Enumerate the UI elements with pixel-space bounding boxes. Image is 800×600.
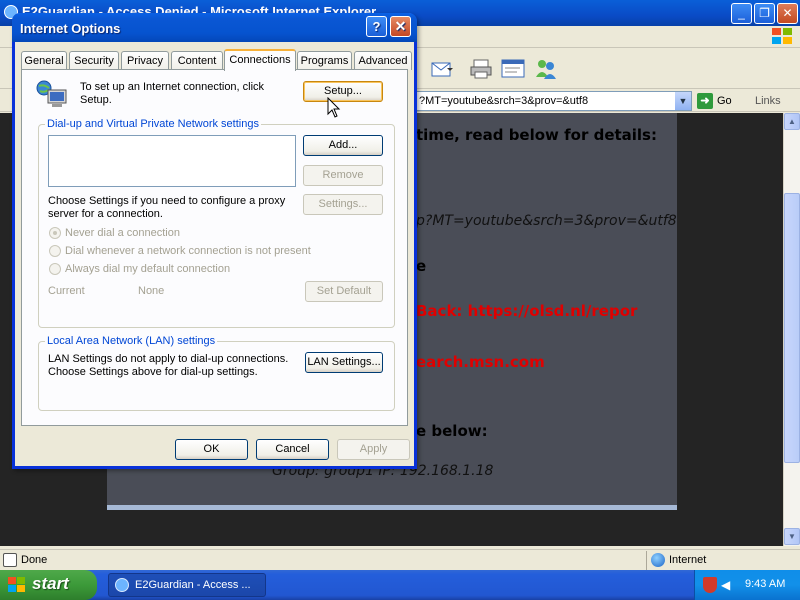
mouse-cursor-icon: [327, 97, 341, 118]
tab-advanced[interactable]: Advanced: [354, 51, 412, 70]
status-bar: Done Internet: [0, 549, 800, 570]
tab-programs[interactable]: Programs: [297, 51, 352, 70]
radio-dial-whenever[interactable]: [49, 245, 61, 257]
scroll-thumb[interactable]: [784, 193, 800, 463]
page-heading-text: time, read below for details:: [416, 126, 657, 144]
tab-security[interactable]: Security: [69, 51, 119, 70]
page-url-text: p?MT=youtube&srch=3&prov=&utf8: [416, 213, 677, 229]
scroll-down-icon[interactable]: ▼: [784, 528, 800, 545]
maximize-icon[interactable]: ❐: [754, 3, 775, 24]
internet-options-dialog: Internet Options ? ✕ General Security Pr…: [12, 13, 417, 469]
vertical-scrollbar[interactable]: ▲ ▼: [783, 113, 800, 546]
tab-general[interactable]: General: [21, 51, 67, 70]
taskbar: start E2Guardian - Access ... ◀ 9:43 AM: [0, 570, 800, 600]
chevron-down-icon[interactable]: ▼: [675, 92, 691, 110]
globe-icon: [651, 553, 665, 567]
help-icon[interactable]: ?: [366, 16, 387, 37]
page-panel-bottom: [107, 505, 677, 510]
current-value: None: [138, 285, 165, 297]
tab-content[interactable]: Content: [171, 51, 223, 70]
cancel-button[interactable]: Cancel: [256, 439, 329, 460]
close-icon[interactable]: ✕: [777, 3, 798, 24]
proxy-text-line2: server for a connection.: [48, 208, 163, 220]
radio-dial-whenever-label: Dial whenever a network connection is no…: [65, 245, 311, 257]
dialog-title-bar: Internet Options ? ✕: [12, 13, 417, 42]
security-shield-icon[interactable]: [703, 577, 717, 593]
links-label[interactable]: Links: [755, 95, 781, 107]
tab-privacy[interactable]: Privacy: [121, 51, 169, 70]
scroll-up-icon[interactable]: ▲: [784, 113, 800, 130]
print-icon[interactable]: [468, 57, 494, 81]
security-zone: Internet: [646, 551, 800, 570]
setup-text-line1: To set up an Internet connection, click: [80, 81, 265, 93]
setup-button[interactable]: Setup...: [303, 81, 383, 102]
address-input[interactable]: ?MT=youtube&srch=3&prov=&utf8 ▼: [410, 91, 692, 111]
clock[interactable]: 9:43 AM: [745, 578, 785, 590]
taskbar-item-label: E2Guardian - Access ...: [135, 579, 251, 591]
radio-never-dial-label: Never dial a connection: [65, 227, 180, 239]
current-label: Current: [48, 285, 85, 297]
remove-button[interactable]: Remove: [303, 165, 383, 186]
page-back-link[interactable]: Back: https://olsd.nl/repor: [416, 302, 637, 320]
lan-group-title: Local Area Network (LAN) settings: [45, 335, 218, 347]
zone-label: Internet: [669, 554, 707, 566]
lan-text-line1: LAN Settings do not apply to dial-up con…: [48, 353, 289, 365]
start-label: start: [32, 574, 69, 593]
settings-button[interactable]: Settings...: [303, 194, 383, 215]
go-button[interactable]: ➜ Go: [697, 92, 732, 110]
status-text: Done: [21, 554, 48, 566]
ie-logo-icon: [115, 578, 129, 592]
radio-never-dial[interactable]: [49, 227, 61, 239]
radio-always-dial[interactable]: [49, 263, 61, 275]
ok-button[interactable]: OK: [175, 439, 248, 460]
address-text: ?MT=youtube&srch=3&prov=&utf8: [419, 95, 589, 107]
add-button[interactable]: Add...: [303, 135, 383, 156]
dialog-title: Internet Options: [20, 21, 121, 36]
windows-logo-icon: [772, 28, 794, 46]
volume-icon[interactable]: ◀: [721, 578, 735, 592]
setup-text-line2: Setup.: [80, 94, 112, 106]
system-tray: ◀ 9:43 AM: [694, 570, 800, 600]
apply-button[interactable]: Apply: [337, 439, 410, 460]
page-below-text: e below:: [416, 422, 488, 440]
network-computer-icon: [36, 80, 67, 107]
taskbar-item-ie[interactable]: E2Guardian - Access ...: [108, 573, 266, 597]
lan-text-line2: Choose Settings above for dial-up settin…: [48, 366, 258, 378]
lan-settings-button[interactable]: LAN Settings...: [305, 352, 383, 373]
connections-listbox[interactable]: [48, 135, 296, 187]
minimize-icon[interactable]: _: [731, 3, 752, 24]
messenger-icon[interactable]: [533, 57, 559, 81]
tab-connections[interactable]: Connections: [224, 49, 296, 71]
proxy-text-line1: Choose Settings if you need to configure…: [48, 195, 286, 207]
edit-icon[interactable]: [500, 57, 526, 81]
start-button[interactable]: start: [0, 570, 97, 600]
windows-flag-icon: [8, 577, 26, 593]
page-text-fragment: e: [416, 257, 427, 275]
page-icon: [3, 553, 17, 567]
dialog-close-icon[interactable]: ✕: [390, 16, 411, 37]
set-default-button[interactable]: Set Default: [305, 281, 383, 302]
mail-icon[interactable]: [430, 57, 456, 81]
radio-always-dial-label: Always dial my default connection: [65, 263, 231, 275]
page-search-link[interactable]: earch.msn.com: [416, 353, 545, 371]
dialup-group-title: Dial-up and Virtual Private Network sett…: [45, 118, 261, 130]
go-arrow-icon: ➜: [697, 93, 713, 109]
go-label: Go: [717, 95, 732, 107]
